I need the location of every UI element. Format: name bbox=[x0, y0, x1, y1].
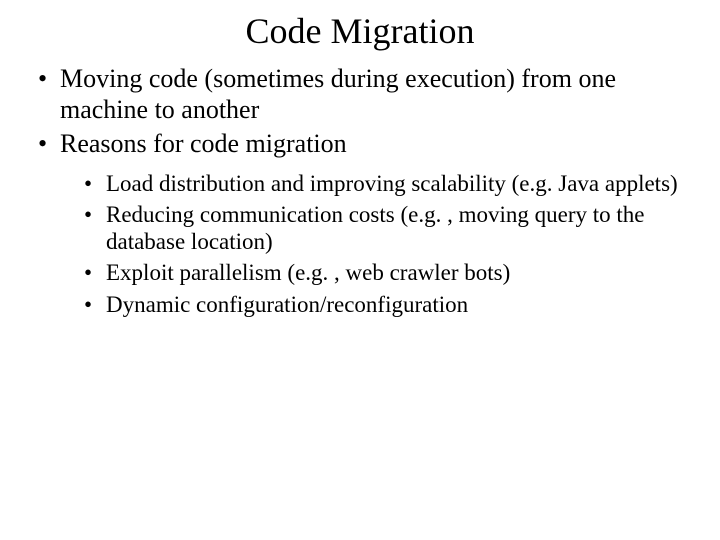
list-item: Reducing communication costs (e.g. , mov… bbox=[84, 201, 700, 255]
list-item: Moving code (sometimes during execution)… bbox=[38, 64, 700, 125]
list-item-text: Reasons for code migration bbox=[60, 129, 347, 158]
list-item: Dynamic configuration/reconfiguration bbox=[84, 291, 700, 318]
list-item: Load distribution and improving scalabil… bbox=[84, 170, 700, 197]
list-item: Reasons for code migration Load distribu… bbox=[38, 129, 700, 317]
bullet-list-level2: Load distribution and improving scalabil… bbox=[60, 170, 700, 318]
list-item: Exploit parallelism (e.g. , web crawler … bbox=[84, 259, 700, 286]
bullet-list-level1: Moving code (sometimes during execution)… bbox=[20, 64, 700, 318]
slide-title: Code Migration bbox=[20, 10, 700, 52]
